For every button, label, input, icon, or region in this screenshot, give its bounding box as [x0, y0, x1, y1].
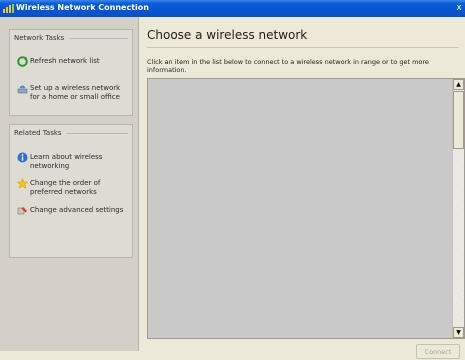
setup-wireless-icon [17, 85, 28, 94]
main-content: Choose a wireless network Click an item … [139, 17, 465, 359]
network-tasks-panel: Network Tasks Refresh network list Set u… [9, 29, 133, 116]
scroll-up-icon[interactable]: ▲ [453, 79, 464, 90]
network-tasks-title: Network Tasks [10, 30, 132, 42]
wireless-connection-window: Wireless Network Connection x Network Ta… [0, 0, 465, 359]
close-button[interactable]: x [455, 3, 463, 14]
connect-button[interactable]: Connect [416, 344, 460, 359]
wireless-network-icon [3, 4, 14, 13]
window-title: Wireless Network Connection [16, 3, 149, 12]
heading-divider [147, 47, 459, 48]
star-icon [17, 178, 28, 189]
info-icon [17, 152, 28, 163]
related-tasks-title: Related Tasks [10, 125, 132, 137]
related-tasks-panel: Related Tasks Learn about wireless netwo… [9, 124, 133, 258]
settings-icon [17, 207, 27, 215]
title-bar[interactable]: Wireless Network Connection x [0, 0, 465, 17]
instructions-text: Click an item in the list below to conne… [147, 58, 429, 74]
task-sidebar: Network Tasks Refresh network list Set u… [0, 17, 139, 351]
vertical-scrollbar[interactable]: ▲ ▼ [452, 79, 464, 338]
scroll-down-icon[interactable]: ▼ [453, 327, 464, 338]
refresh-icon [17, 56, 28, 67]
wireless-network-list[interactable]: ▲ ▼ [147, 78, 465, 339]
page-title: Choose a wireless network [147, 28, 308, 42]
scrollbar-thumb[interactable] [453, 91, 464, 149]
